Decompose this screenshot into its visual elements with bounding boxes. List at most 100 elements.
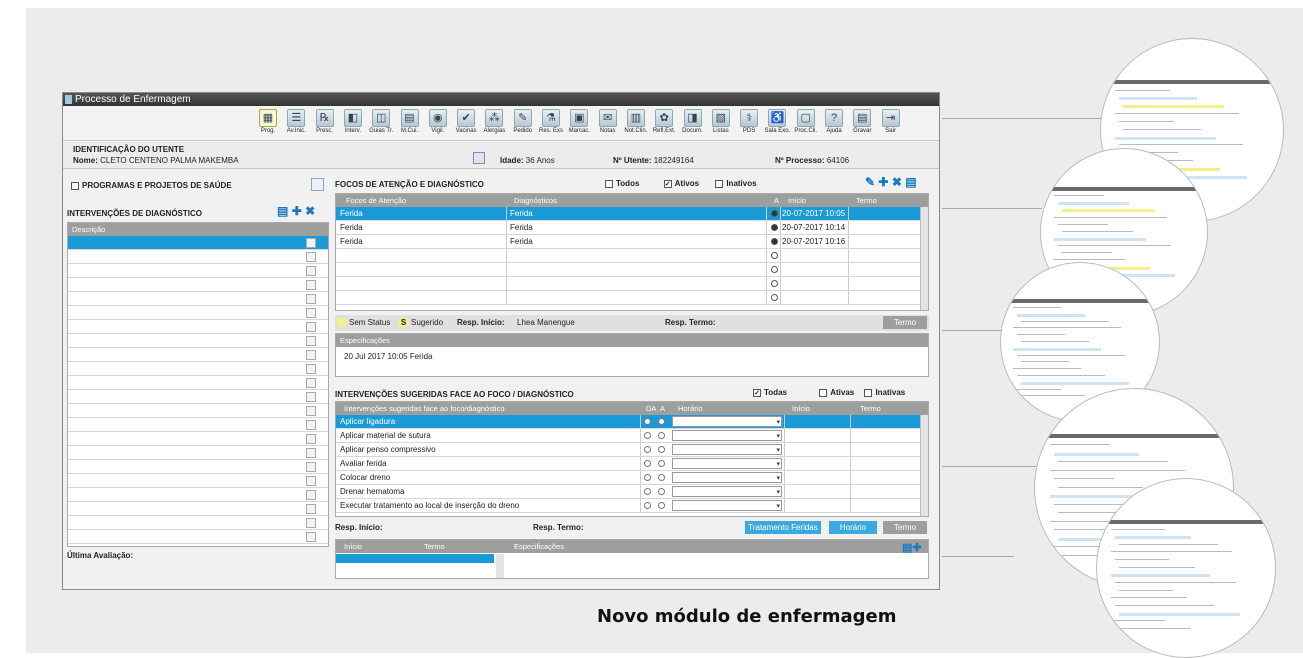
intervention-row[interactable]	[68, 348, 328, 362]
suggested-intervention-row[interactable]: Aplicar ligadura	[336, 415, 928, 430]
toolbar-button-room[interactable]: ♿ Sala Exo.	[764, 109, 790, 139]
add-icon[interactable]: ✚	[292, 204, 302, 218]
da-radio[interactable]	[644, 460, 651, 467]
delete-focus-icon[interactable]: ✖	[892, 175, 902, 189]
filter-inativos[interactable]: Inativos	[715, 179, 757, 188]
suggested-intervention-row[interactable]: Aplicar material de sutura	[336, 429, 928, 444]
toolbar-button-vaccine[interactable]: ✔ Vacinas	[453, 109, 479, 139]
edit-row-icon[interactable]	[306, 378, 316, 388]
edit-row-icon[interactable]	[306, 350, 316, 360]
toolbar-button-reflex[interactable]: ✿ Refl.Ext.	[651, 109, 677, 139]
toolbar-button-results[interactable]: ⚗ Res. Exs	[538, 109, 564, 139]
edit-row-icon[interactable]	[306, 504, 316, 514]
intervention-row[interactable]	[68, 278, 328, 292]
intervention-row[interactable]	[68, 404, 328, 418]
focus-list-icon[interactable]: ▤	[905, 175, 916, 189]
da-radio[interactable]	[658, 432, 665, 439]
da-radio[interactable]	[644, 446, 651, 453]
da-radio[interactable]	[644, 474, 651, 481]
da-radio[interactable]	[658, 418, 665, 425]
edit-row-icon[interactable]	[306, 532, 316, 542]
edit-row-icon[interactable]	[306, 462, 316, 472]
edit-row-icon[interactable]	[306, 518, 316, 528]
add-focus-icon[interactable]: ✚	[878, 175, 888, 189]
suggested-intervention-row[interactable]: Executar tratamento ao local de inserção…	[336, 499, 928, 514]
suggested-intervention-row[interactable]: Colocar dreno	[336, 471, 928, 486]
active-radio[interactable]	[771, 294, 778, 301]
active-radio[interactable]	[771, 210, 778, 217]
toolbar-button-document[interactable]: ◨ Docum.	[680, 109, 706, 139]
horario-dropdown[interactable]	[672, 500, 782, 514]
suggested-intervention-row[interactable]: Drenar hematoma	[336, 485, 928, 500]
toolbar-button-pds[interactable]: ⚕ PDS	[736, 109, 762, 139]
toolbar-button-clinical-notes[interactable]: ▥ Not.Clin.	[623, 109, 649, 139]
edit-row-icon[interactable]	[306, 406, 316, 416]
spec-add-icon[interactable]: ✚	[912, 542, 921, 554]
programs-toggle[interactable]: PROGRAMAS E PROJETOS DE SAÚDE	[71, 181, 232, 190]
edit-row-icon[interactable]	[306, 294, 316, 304]
foco-row[interactable]: Ferida Ferida 20-07-2017 10:05	[336, 207, 928, 221]
edit-row-icon[interactable]	[306, 434, 316, 444]
toolbar-button-notes[interactable]: ✉ Notas	[595, 109, 621, 139]
delete-icon[interactable]: ✖	[305, 204, 315, 218]
intervention-row[interactable]	[68, 306, 328, 320]
sugeridas-scrollbar[interactable]	[920, 415, 928, 516]
filter-todas[interactable]: ✓ Todas	[753, 388, 787, 397]
intervention-row[interactable]	[68, 488, 328, 502]
toolbar-button-eye[interactable]: ◉ Vigil.	[425, 109, 451, 139]
da-radio[interactable]	[658, 446, 665, 453]
filter-ativas[interactable]: Ativas	[819, 388, 854, 397]
sug-termo-button[interactable]: Termo	[883, 521, 927, 534]
da-radio[interactable]	[644, 432, 651, 439]
active-radio[interactable]	[771, 280, 778, 287]
intervention-row[interactable]	[68, 334, 328, 348]
active-radio[interactable]	[771, 224, 778, 231]
intervention-row[interactable]	[68, 236, 328, 250]
edit-row-icon[interactable]	[306, 238, 316, 248]
foco-row[interactable]: Ferida Ferida 20-07-2017 10:16	[336, 235, 928, 249]
programs-checkbox[interactable]	[71, 181, 79, 190]
toolbar-button-guide[interactable]: ◫ Guias Tr.	[368, 109, 394, 139]
toolbar-button-list[interactable]: ☰ Av.Inic.	[283, 109, 309, 139]
intervention-row[interactable]	[68, 460, 328, 474]
intervention-row[interactable]	[68, 250, 328, 264]
edit-row-icon[interactable]	[306, 336, 316, 346]
foco-row[interactable]	[336, 277, 928, 291]
toolbar-button-program[interactable]: ▦ Prog.	[255, 109, 281, 139]
bottom-selected-cell-termo[interactable]	[414, 554, 494, 563]
intervention-row[interactable]	[68, 530, 328, 544]
toolbar-button-lists[interactable]: ▧ Listas	[708, 109, 734, 139]
toolbar-button-exit[interactable]: ⇥ Sair	[878, 109, 904, 139]
spec-list-icon[interactable]: ▤	[902, 542, 912, 554]
intervention-row[interactable]	[68, 362, 328, 376]
active-radio[interactable]	[771, 266, 778, 273]
suggested-intervention-row[interactable]: Aplicar penso compressivo	[336, 443, 928, 458]
edit-row-icon[interactable]	[306, 266, 316, 276]
intervention-row[interactable]	[68, 264, 328, 278]
horario-dropdown[interactable]	[672, 430, 782, 444]
intervention-row[interactable]	[68, 516, 328, 530]
tratamento-feridas-button[interactable]: Tratamento Feridas	[745, 521, 821, 534]
toolbar-button-care[interactable]: ▤ M.Cui.	[397, 109, 423, 139]
intervention-row[interactable]	[68, 474, 328, 488]
bottom-selected-cell[interactable]	[336, 554, 414, 563]
foco-row[interactable]	[336, 263, 928, 277]
toolbar-button-process[interactable]: ▢ Proc.Cli.	[793, 109, 819, 139]
intervention-row[interactable]	[68, 292, 328, 306]
da-radio[interactable]	[658, 460, 665, 467]
horario-dropdown[interactable]	[672, 444, 782, 458]
bottom-scrollbar[interactable]	[496, 554, 504, 578]
intervention-row[interactable]	[68, 502, 328, 516]
foco-row[interactable]	[336, 249, 928, 263]
active-radio[interactable]	[771, 238, 778, 245]
horario-dropdown[interactable]	[672, 472, 782, 486]
foco-row[interactable]	[336, 291, 928, 305]
intervention-row[interactable]	[68, 432, 328, 446]
edit-row-icon[interactable]	[306, 448, 316, 458]
da-radio[interactable]	[658, 502, 665, 509]
edit-row-icon[interactable]	[306, 476, 316, 486]
intervention-row[interactable]	[68, 390, 328, 404]
filter-ativos[interactable]: ✓ Ativos	[663, 179, 699, 188]
toolbar-button-calendar[interactable]: ▣ Marcac.	[566, 109, 592, 139]
focos-scrollbar[interactable]	[920, 207, 928, 310]
